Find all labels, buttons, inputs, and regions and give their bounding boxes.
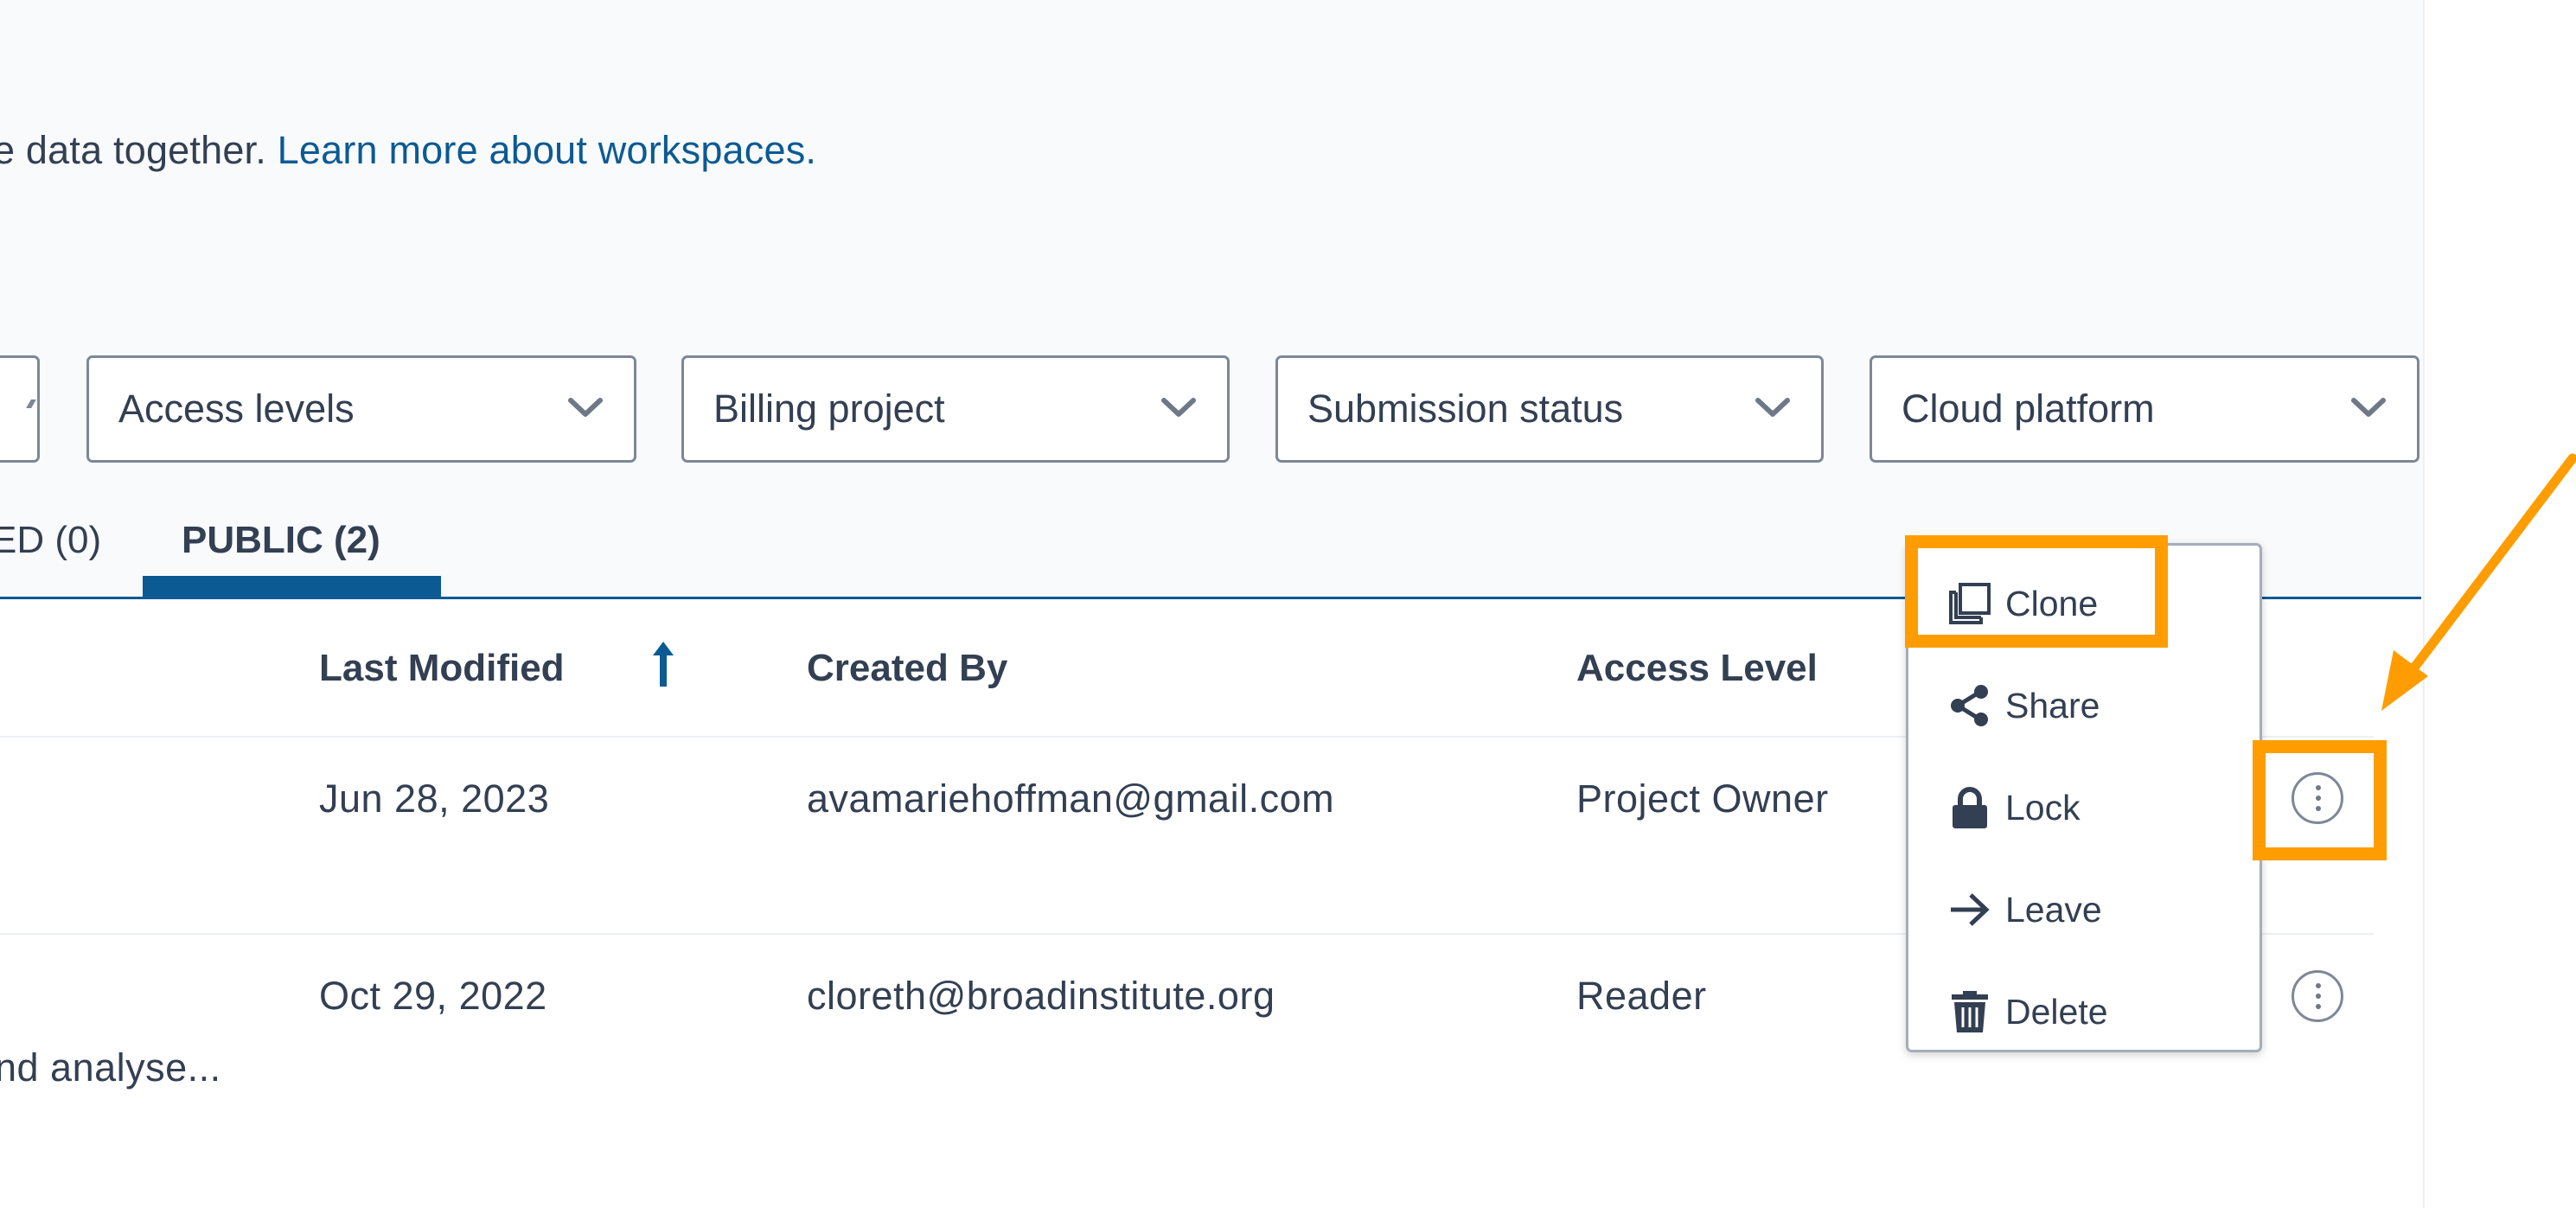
kebab-dot — [2316, 994, 2321, 999]
last-modified-cell: Jun 28, 2023 — [319, 777, 550, 821]
chevron-down-icon — [568, 398, 603, 417]
intro-text-body: e data together. — [0, 128, 278, 172]
menu-item-lock[interactable]: Lock — [1908, 760, 2260, 855]
chevron-down-icon — [1161, 398, 1196, 417]
description-cell: nd analyse... — [0, 1045, 221, 1090]
created-by-cell: cloreth@broadinstitute.org — [807, 974, 1275, 1018]
menu-item-leave[interactable]: Leave — [1908, 862, 2260, 957]
panel-header-area — [0, 0, 2423, 598]
access-levels-filter-label: Access levels — [118, 387, 355, 431]
chevron-down-icon — [1755, 398, 1790, 417]
menu-item-label: Lock — [2005, 788, 2081, 828]
submission-status-filter-label: Submission status — [1307, 387, 1624, 431]
billing-project-filter[interactable]: Billing project — [681, 355, 1230, 463]
lock-icon — [1953, 787, 1987, 828]
learn-more-link[interactable]: Learn more about workspaces. — [278, 128, 816, 172]
chevron-down-icon — [26, 399, 36, 408]
sort-ascending-icon[interactable] — [650, 640, 676, 688]
tab-public[interactable]: PUBLIC (2) — [182, 519, 380, 562]
kebab-dot — [2316, 1004, 2321, 1009]
workspaces-page: e data together. Learn more about worksp… — [0, 0, 2576, 1208]
last-modified-cell: Oct 29, 2022 — [319, 974, 547, 1018]
created-by-cell: avamariehoffman@gmail.com — [807, 777, 1335, 821]
intro-text: e data together. Learn more about worksp… — [0, 128, 816, 173]
column-header-last-modified[interactable]: Last Modified — [319, 647, 565, 690]
access-level-cell: Reader — [1576, 974, 1707, 1018]
panel-edge — [2423, 0, 2425, 1208]
menu-item-label: Leave — [2005, 890, 2102, 930]
chevron-down-icon — [2351, 398, 2386, 417]
menu-item-delete[interactable]: Delete — [1908, 964, 2260, 1059]
column-header-access-level[interactable]: Access Level — [1576, 647, 1818, 690]
kebab-dot — [2316, 983, 2321, 988]
column-header-created-by[interactable]: Created By — [807, 647, 1007, 690]
access-levels-filter[interactable]: Access levels — [86, 355, 636, 463]
arrow-right-icon — [1951, 893, 1990, 926]
billing-project-filter-label: Billing project — [713, 387, 945, 431]
actions-button-highlight-box — [2253, 740, 2387, 860]
filter-dropdown-partial[interactable] — [0, 355, 40, 463]
cloud-platform-filter-label: Cloud platform — [1902, 387, 2155, 431]
menu-item-share[interactable]: Share — [1908, 658, 2260, 753]
menu-item-label: Delete — [2005, 992, 2108, 1032]
share-icon — [1951, 685, 1988, 726]
active-tab-indicator — [143, 576, 441, 598]
menu-item-label: Share — [2005, 686, 2100, 725]
clone-highlight-box — [1905, 535, 2168, 648]
submission-status-filter[interactable]: Submission status — [1275, 355, 1824, 463]
cloud-platform-filter[interactable]: Cloud platform — [1870, 355, 2419, 463]
trash-icon — [1952, 991, 1988, 1032]
access-level-cell: Project Owner — [1576, 777, 1829, 821]
tab-shared[interactable]: ED (0) — [0, 519, 101, 562]
workspace-actions-button[interactable] — [2292, 970, 2343, 1022]
